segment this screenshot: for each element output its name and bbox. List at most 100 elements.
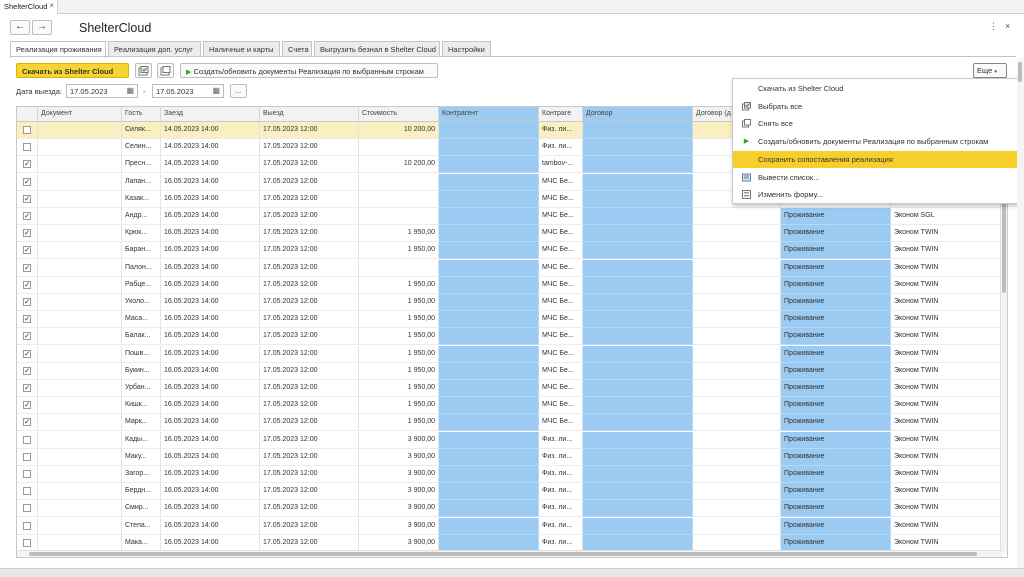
cell-cost[interactable]: 1 950,00	[359, 380, 439, 397]
cell-checkin[interactable]: 16.05.2023 14:00	[161, 397, 260, 415]
table-row[interactable]: ✓ Баран... 16.05.2023 14:00 17.05.2023 12:0…	[17, 242, 1007, 260]
cell-counterparty[interactable]	[439, 225, 539, 243]
row-checkbox[interactable]: ✓	[23, 263, 31, 272]
cell-counterparty[interactable]	[439, 414, 539, 432]
column-header-cost[interactable]: Стоимость	[359, 107, 439, 122]
cell-room[interactable]: Эконом TWIN	[891, 225, 1001, 243]
cell-checkout[interactable]: 17.05.2023 12:00	[260, 448, 359, 466]
column-header-checkout[interactable]: Выезд	[260, 107, 359, 122]
table-row[interactable]: ✓ Крюк... 16.05.2023 14:00 17.05.2023 12:00…	[17, 225, 1007, 243]
row-checkbox[interactable]	[23, 452, 31, 461]
cell-checkin[interactable]: 16.05.2023 14:00	[161, 242, 260, 260]
cell-service[interactable]: Проживание	[781, 345, 891, 363]
forward-button[interactable]: →	[32, 20, 52, 35]
row-checkbox[interactable]: ✓	[23, 280, 31, 289]
cell-counterparty[interactable]	[439, 173, 539, 191]
row-checkbox[interactable]: ✓	[23, 332, 31, 341]
cell-room[interactable]: Эконом TWIN	[891, 380, 1001, 397]
cell-document[interactable]	[38, 311, 122, 329]
table-row[interactable]: ✓ Балак... 16.05.2023 14:00 17.05.2023 12:0…	[17, 328, 1007, 346]
cell-guest[interactable]: Пресн...	[122, 156, 161, 174]
cell-guest[interactable]: Палон...	[122, 259, 161, 277]
cell-counterparty-short[interactable]: Физ. ли...	[539, 466, 583, 483]
row-checkbox[interactable]	[23, 143, 31, 152]
cell-room[interactable]: Эконом TWIN	[891, 500, 1001, 518]
select-all-button[interactable]	[135, 63, 152, 78]
cell-counterparty[interactable]	[439, 397, 539, 415]
cell-checkin[interactable]: 16.05.2023 14:00	[161, 380, 260, 397]
cell-counterparty-short[interactable]: МЧС Бе...	[539, 173, 583, 191]
cell-checkin[interactable]: 16.05.2023 14:00	[161, 259, 260, 277]
cell-contract[interactable]	[583, 397, 693, 415]
table-row[interactable]: ✓ Палон... 16.05.2023 14:00 17.05.2023 12:0…	[17, 259, 1007, 277]
cell-checkin[interactable]: 16.05.2023 14:00	[161, 294, 260, 311]
cell-guest[interactable]: Урбан...	[122, 380, 161, 397]
cell-cost[interactable]: 1 950,00	[359, 345, 439, 363]
cell-checkout[interactable]: 17.05.2023 12:00	[260, 397, 359, 415]
cell-room[interactable]: Эконом TWIN	[891, 431, 1001, 449]
cell-contract[interactable]	[583, 294, 693, 311]
cell-room[interactable]: Эконом TWIN	[891, 448, 1001, 466]
cell-document[interactable]	[38, 397, 122, 415]
cell-checkout[interactable]: 17.05.2023 12:00	[260, 431, 359, 449]
cell-contract-extra[interactable]	[693, 276, 781, 294]
cell-room[interactable]: Эконом TWIN	[891, 397, 1001, 415]
cell-checkout[interactable]: 17.05.2023 12:00	[260, 139, 359, 157]
cell-counterparty-short[interactable]: МЧС Бе...	[539, 345, 583, 363]
tab-sales-extra-services[interactable]: Реализация доп. услуг	[108, 41, 201, 57]
cell-guest[interactable]: Казак...	[122, 190, 161, 208]
cell-document[interactable]	[38, 517, 122, 535]
cell-counterparty[interactable]	[439, 311, 539, 329]
cell-checkin[interactable]: 16.05.2023 14:00	[161, 345, 260, 363]
cell-checkout[interactable]: 17.05.2023 12:00	[260, 276, 359, 294]
cell-checkin[interactable]: 16.05.2023 14:00	[161, 414, 260, 432]
cell-document[interactable]	[38, 500, 122, 518]
cell-counterparty-short[interactable]: Физ. ли...	[539, 139, 583, 157]
table-row[interactable]: ✓ Марк... 16.05.2023 14:00 17.05.2023 12:00…	[17, 414, 1007, 432]
cell-checkout[interactable]: 17.05.2023 12:00	[260, 294, 359, 311]
table-row[interactable]: ✓ Букин... 16.05.2023 14:00 17.05.2023 12:0…	[17, 362, 1007, 380]
cell-counterparty-short[interactable]: МЧС Бе...	[539, 362, 583, 380]
cell-service[interactable]: Проживание	[781, 311, 891, 329]
cell-guest[interactable]: Кишк...	[122, 397, 161, 415]
close-window-icon[interactable]: ×	[1005, 21, 1010, 31]
cell-contract-extra[interactable]	[693, 380, 781, 397]
cell-service[interactable]: Проживание	[781, 500, 891, 518]
cell-cost[interactable]	[359, 259, 439, 277]
cell-service[interactable]: Проживание	[781, 294, 891, 311]
cell-checkout[interactable]: 17.05.2023 12:00	[260, 190, 359, 208]
cell-contract[interactable]	[583, 122, 693, 139]
cell-checkin[interactable]: 16.05.2023 14:00	[161, 431, 260, 449]
cell-checkout[interactable]: 17.05.2023 12:00	[260, 362, 359, 380]
cell-counterparty-short[interactable]: Физ. ли...	[539, 448, 583, 466]
menu-item[interactable]: Снять все	[733, 115, 1023, 132]
cell-contract[interactable]	[583, 466, 693, 483]
row-checkbox[interactable]	[23, 521, 31, 530]
cell-room[interactable]: Эконом TWIN	[891, 311, 1001, 329]
table-row[interactable]: Загор... 16.05.2023 14:00 17.05.2023 12:00…	[17, 466, 1007, 483]
cell-cost[interactable]	[359, 208, 439, 225]
table-row[interactable]: ✓ Маса... 16.05.2023 14:00 17.05.2023 12:00…	[17, 311, 1007, 329]
cell-room[interactable]: Эконом TWIN	[891, 414, 1001, 432]
cell-contract-extra[interactable]	[693, 345, 781, 363]
cell-checkin[interactable]: 16.05.2023 14:00	[161, 448, 260, 466]
cell-counterparty-short[interactable]: МЧС Бе...	[539, 294, 583, 311]
row-checkbox[interactable]: ✓	[23, 418, 31, 427]
cell-cost[interactable]: 1 950,00	[359, 397, 439, 415]
cell-document[interactable]	[38, 345, 122, 363]
tab-export-to-shelter[interactable]: Выгрузить безнал в Shelter Cloud	[314, 41, 440, 57]
cell-document[interactable]	[38, 259, 122, 277]
cell-document[interactable]	[38, 466, 122, 483]
row-checkbox[interactable]: ✓	[23, 384, 31, 392]
menu-item[interactable]: Изменить форму...	[733, 186, 1023, 203]
table-row[interactable]: ✓ Рабце... 16.05.2023 14:00 17.05.2023 12:0…	[17, 276, 1007, 294]
cell-room[interactable]: Эконом TWIN	[891, 345, 1001, 363]
cell-checkout[interactable]: 17.05.2023 12:00	[260, 173, 359, 191]
cell-checkin[interactable]: 16.05.2023 14:00	[161, 190, 260, 208]
cell-contract[interactable]	[583, 259, 693, 277]
cell-cost[interactable]	[359, 139, 439, 157]
cell-counterparty[interactable]	[439, 328, 539, 346]
table-row[interactable]: ✓ Пошв... 16.05.2023 14:00 17.05.2023 12:00…	[17, 345, 1007, 363]
download-shelter-button[interactable]: Скачать из Shelter Cloud	[16, 63, 129, 78]
cell-checkout[interactable]: 17.05.2023 12:00	[260, 259, 359, 277]
